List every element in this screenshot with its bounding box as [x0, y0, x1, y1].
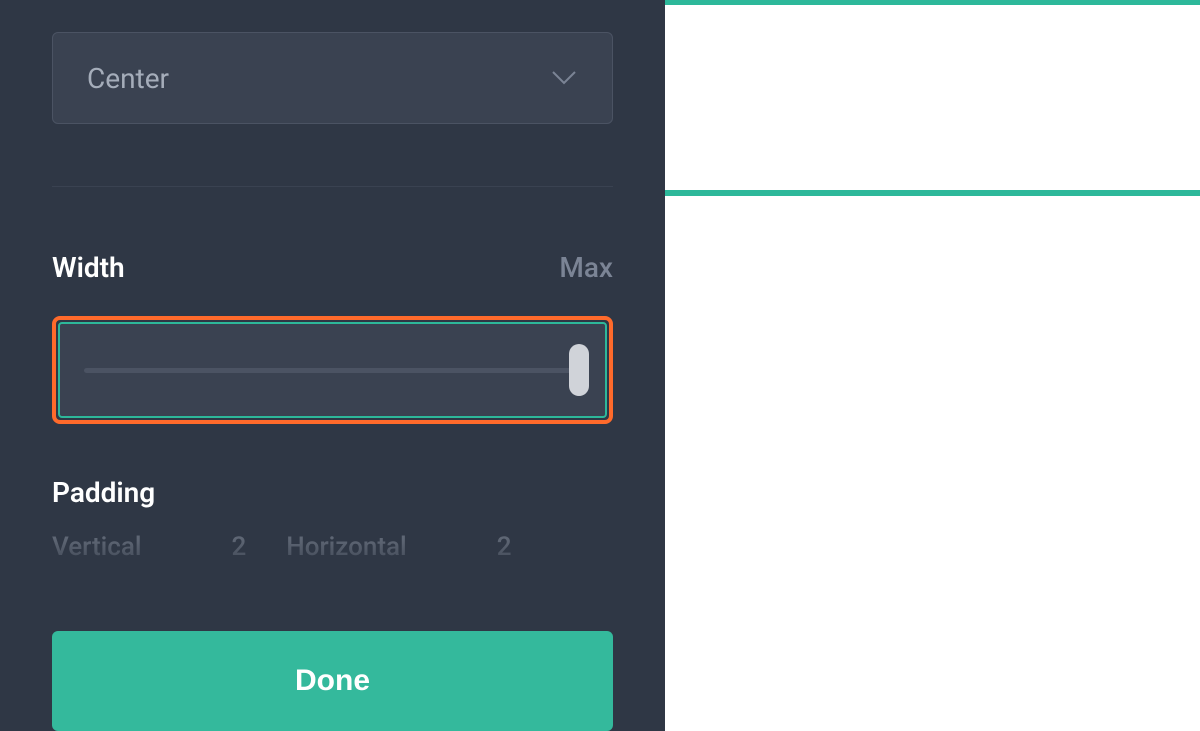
width-label: Width	[52, 251, 125, 284]
done-button[interactable]: Done	[52, 631, 613, 731]
preview-canvas	[665, 0, 1200, 731]
padding-horizontal-label: Horizontal	[286, 532, 406, 560]
padding-label: Padding	[52, 476, 155, 509]
panel-footer: Done	[0, 579, 665, 731]
section-divider	[52, 186, 613, 187]
width-value: Max	[559, 251, 613, 284]
padding-section: Padding	[52, 476, 613, 509]
alignment-selected: Center	[87, 62, 169, 95]
padding-fields-partial: Vertical 2 Horizontal 2	[52, 532, 613, 560]
selection-border-bottom	[665, 190, 1200, 196]
settings-content: Center Width Max Padding	[0, 0, 665, 579]
width-section: Width Max	[52, 251, 613, 424]
slider-track	[84, 368, 581, 373]
width-slider[interactable]	[58, 322, 607, 418]
chevron-down-icon	[550, 64, 578, 92]
alignment-dropdown[interactable]: Center	[52, 32, 613, 124]
width-slider-highlight	[52, 316, 613, 424]
padding-vertical-value: 2	[231, 532, 246, 560]
padding-vertical-field[interactable]: Vertical 2	[52, 532, 246, 560]
width-header: Width Max	[52, 251, 613, 284]
selection-border-top	[665, 0, 1200, 5]
padding-horizontal-value: 2	[497, 532, 512, 560]
slider-thumb[interactable]	[569, 344, 589, 396]
padding-vertical-label: Vertical	[52, 532, 141, 560]
padding-horizontal-field[interactable]: Horizontal 2	[286, 532, 511, 560]
done-button-label: Done	[295, 664, 370, 698]
settings-panel: Center Width Max Padding	[0, 0, 665, 731]
